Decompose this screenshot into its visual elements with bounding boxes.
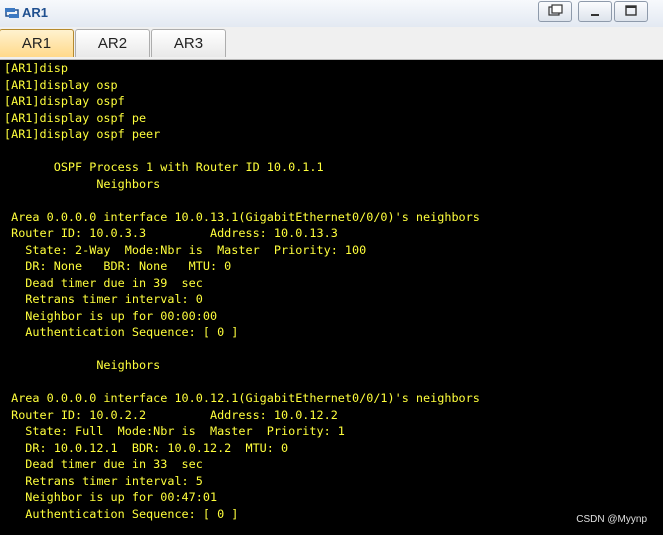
tab-ar1[interactable]: AR1: [0, 29, 74, 57]
terminal-line: Neighbors: [4, 358, 161, 372]
terminal-line: Authentication Sequence: [ 0 ]: [4, 506, 239, 521]
terminal-line: DR: 10.0.12.1 BDR: 10.0.12.2 MTU: 0: [4, 440, 289, 455]
maximize-button[interactable]: [614, 1, 648, 22]
terminal-line: Area 0.0.0.0 interface 10.0.12.1(Gigabit…: [4, 391, 480, 405]
terminal-line: Retrans timer interval: 0: [4, 292, 203, 306]
minimize-icon: [591, 14, 599, 16]
terminal-line: Router ID: 10.0.2.2 Address: 10.0.12.2: [4, 407, 338, 422]
terminal-line: Dead timer due in 33 sec: [4, 457, 203, 471]
terminal-line: [AR1]display ospf peer: [4, 127, 161, 141]
terminal-line: [AR1]display osp: [4, 77, 118, 92]
terminal-line: [AR1]display ospf: [4, 94, 125, 108]
tab-ar2[interactable]: AR2: [75, 29, 150, 57]
window-title: AR1: [22, 5, 49, 20]
watermark: CSDN @Myynp: [576, 514, 647, 525]
terminal-line: OSPF Process 1 with Router ID 10.0.1.1: [4, 160, 324, 174]
terminal-line: [AR1]disp: [4, 61, 68, 75]
tab-ar3[interactable]: AR3: [151, 29, 226, 57]
minimize-button[interactable]: [578, 1, 612, 22]
terminal-output[interactable]: [AR1]disp [AR1]display osp [AR1]display os…: [0, 60, 663, 535]
terminal-line: Area 0.0.0.0 interface 10.0.13.1(Gigabit…: [4, 209, 480, 224]
tab-strip: AR1 AR2 AR3: [0, 27, 663, 60]
terminal-line: State: 2-Way Mode:Nbr is Master Priority…: [4, 242, 367, 257]
terminal-line: Neighbor is up for 00:00:00: [4, 308, 218, 323]
terminal-line: Neighbor is up for 00:47:01: [4, 490, 218, 504]
terminal-line: State: Full Mode:Nbr is Master Priority:…: [4, 424, 345, 438]
terminal-line: Authentication Sequence: [ 0 ]: [4, 325, 239, 339]
title-bar: AR1: [0, 0, 663, 28]
terminal-line: Router ID: 10.0.3.3 Address: 10.0.13.3: [4, 226, 338, 240]
terminal-line: Dead timer due in 39 sec: [4, 275, 203, 290]
terminal-line: Retrans timer interval: 5: [4, 473, 203, 488]
terminal-line: Neighbors: [4, 176, 161, 191]
router-app-icon: [5, 8, 19, 18]
terminal-line: DR: None BDR: None MTU: 0: [4, 259, 232, 273]
terminal-line: [AR1]display ospf pe: [4, 110, 147, 125]
restore-icon: [548, 4, 563, 16]
restore-button[interactable]: [538, 1, 572, 22]
maximize-icon: [625, 5, 637, 16]
